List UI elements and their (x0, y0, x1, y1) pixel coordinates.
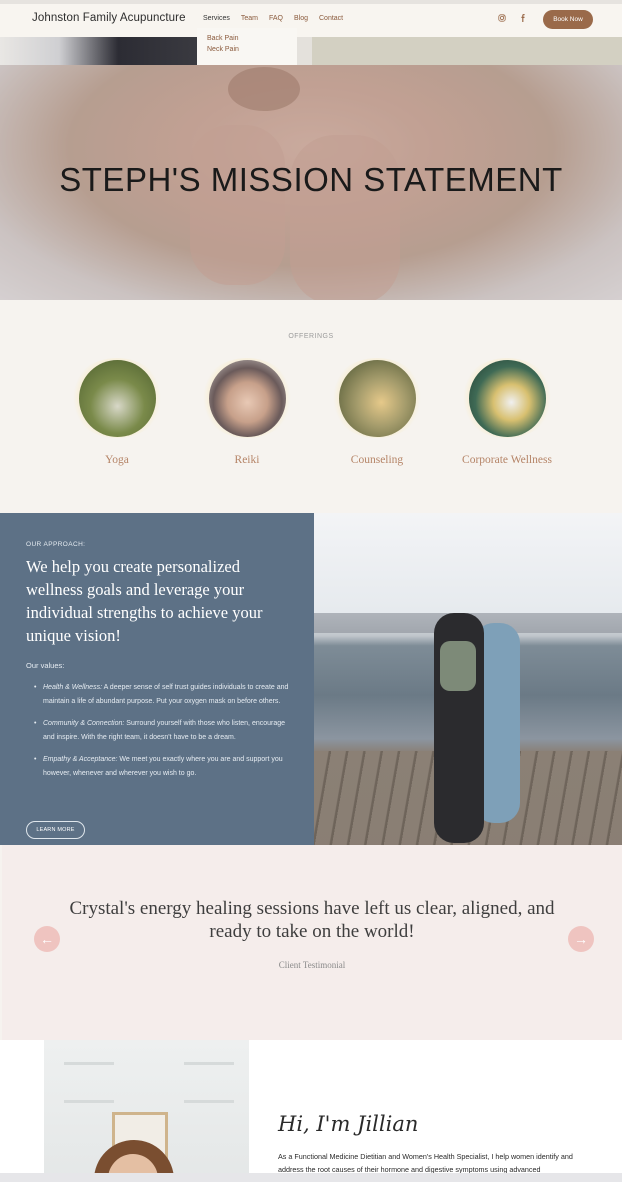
approach-photo (314, 513, 622, 845)
offering-glow (329, 358, 425, 438)
testimonial-quote: Crystal's energy healing sessions have l… (69, 898, 555, 942)
previous-photo-left (0, 37, 197, 65)
arrow-right-icon[interactable]: → (568, 926, 594, 952)
offering-glow (199, 358, 295, 438)
nav-item-team[interactable]: Team (241, 15, 258, 22)
hero-section: STEPH'S MISSION STATEMENT (0, 65, 622, 300)
offering-glow (459, 358, 555, 438)
value-title: Empathy & Acceptance: (43, 756, 118, 763)
offering-counseling[interactable]: Counseling (329, 358, 425, 466)
instagram-icon[interactable] (498, 14, 506, 24)
photo-shelf (64, 1100, 114, 1103)
approach-heading: We help you create personalized wellness… (26, 557, 263, 645)
hero-title: STEPH'S MISSION STATEMENT (59, 161, 563, 198)
approach-section: OUR APPROACH: We help you create persona… (0, 513, 314, 845)
values-list: Health & Wellness: A deeper sense of sel… (34, 681, 291, 789)
offering-yoga[interactable]: Yoga (69, 358, 165, 466)
previous-section-photo-strip (0, 37, 622, 65)
brand-logo-text[interactable]: Johnston Family Acupuncture (32, 12, 186, 24)
value-title: Health & Wellness: (43, 684, 103, 691)
offering-glow (69, 358, 165, 438)
photo-shelf (64, 1062, 114, 1065)
dropdown-item-neck-pain[interactable]: Neck Pain (207, 46, 287, 53)
value-item: Empathy & Acceptance: We meet you exactl… (34, 753, 291, 780)
value-title: Community & Connection: (43, 720, 125, 727)
arrow-left-icon[interactable]: ← (34, 926, 60, 952)
book-now-button[interactable]: Book Now (543, 10, 593, 29)
nav-item-blog[interactable]: Blog (294, 15, 308, 22)
nav-item-faq[interactable]: FAQ (269, 15, 283, 22)
site-header: Johnston Family Acupuncture Services Tea… (0, 4, 622, 37)
value-item: Health & Wellness: A deeper sense of sel… (34, 681, 291, 708)
previous-photo-right (312, 37, 622, 65)
photo-shelf (184, 1062, 234, 1065)
intro-greeting: Hi, I'm Jillian (278, 1112, 419, 1136)
offering-name-reiki: Reiki (234, 454, 260, 466)
photo-shelf (184, 1100, 234, 1103)
services-dropdown: Back Pain Neck Pain (197, 28, 297, 65)
facebook-icon[interactable] (520, 14, 526, 24)
bottom-strip (0, 1173, 622, 1182)
dropdown-item-back-pain[interactable]: Back Pain (207, 35, 287, 42)
offerings-section: OFFERINGS Yoga Reiki Counseling Corporat… (0, 300, 622, 513)
offering-name-corporate-wellness: Corporate Wellness (462, 454, 552, 466)
approach-label: OUR APPROACH: (26, 541, 86, 548)
intro-section: Hi, I'm Jillian As a Functional Medicine… (0, 1040, 622, 1182)
main-nav: Services Team FAQ Blog Contact (203, 15, 343, 22)
offering-name-counseling: Counseling (350, 454, 404, 466)
value-item: Community & Connection: Surround yoursel… (34, 717, 291, 744)
offering-image-yoga (78, 359, 156, 437)
values-label: Our values: (26, 661, 65, 670)
offering-image-corporate-wellness (468, 359, 546, 437)
nav-item-services[interactable]: Services (203, 15, 230, 22)
offerings-label: OFFERINGS (288, 333, 334, 340)
offering-corporate-wellness[interactable]: Corporate Wellness (459, 358, 555, 466)
learn-more-button[interactable]: LEARN MORE (26, 821, 85, 839)
intro-photo (44, 1040, 249, 1182)
offering-image-reiki (208, 359, 286, 437)
testimonial-section: ← Crystal's energy healing sessions have… (2, 845, 622, 1040)
testimonial-source: Client Testimonial (278, 960, 346, 970)
offering-name-yoga: Yoga (105, 454, 129, 466)
offering-reiki[interactable]: Reiki (199, 358, 295, 466)
photo-person-front-top (440, 641, 476, 691)
nav-item-contact[interactable]: Contact (319, 15, 343, 22)
offering-image-counseling (338, 359, 416, 437)
